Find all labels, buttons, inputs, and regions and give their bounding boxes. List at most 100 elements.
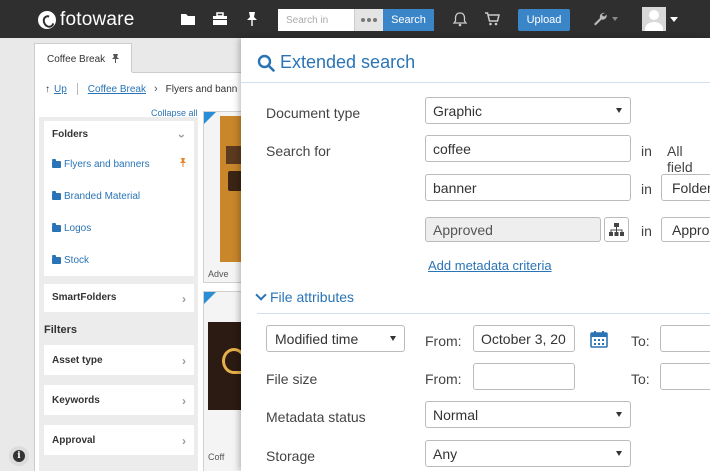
storage-label: Storage bbox=[266, 448, 316, 464]
extended-search-header: Extended search bbox=[257, 52, 415, 73]
document-type-select[interactable]: Graphic bbox=[425, 97, 631, 124]
folders-header[interactable]: Folders › bbox=[44, 121, 194, 148]
tab-pin-icon[interactable] bbox=[111, 54, 119, 63]
briefcase-icon[interactable] bbox=[212, 11, 228, 27]
file-size-from-input[interactable] bbox=[473, 363, 575, 390]
filter-asset-type[interactable]: Asset type › bbox=[44, 345, 194, 375]
chevron-right-icon: › bbox=[182, 434, 186, 448]
tools-caret-icon[interactable] bbox=[612, 17, 618, 21]
folder-icon bbox=[52, 222, 61, 232]
search-scope-select[interactable]: Appro bbox=[661, 217, 710, 242]
file-size-to-input[interactable] bbox=[660, 363, 710, 390]
to-label: To: bbox=[631, 371, 650, 387]
pin-icon[interactable] bbox=[244, 11, 260, 27]
filters-title: Filters bbox=[44, 324, 78, 336]
smartfolders-header[interactable]: SmartFolders › bbox=[44, 284, 194, 311]
folder-item-branded-material[interactable]: Branded Material bbox=[44, 180, 194, 212]
in-label: in bbox=[641, 223, 652, 239]
document-type-label: Document type bbox=[266, 105, 361, 121]
date-type-select[interactable]: Modified time bbox=[266, 325, 405, 352]
tab-label: Coffee Break bbox=[47, 54, 106, 65]
navigation-column: Folders › Flyers and banners Branded Mat… bbox=[39, 117, 198, 471]
header-divider bbox=[241, 82, 710, 83]
chevron-right-icon: › bbox=[182, 394, 186, 408]
folder-item-flyers-and-banners[interactable]: Flyers and banners bbox=[44, 148, 194, 180]
filter-approval[interactable]: Approval › bbox=[44, 425, 194, 455]
file-attributes-title: File attributes bbox=[270, 289, 355, 305]
breadcrumb-current: Flyers and bann bbox=[165, 83, 238, 95]
breadcrumb-parent-link[interactable]: Coffee Break bbox=[88, 84, 146, 95]
taxonomy-tree-button[interactable] bbox=[604, 217, 629, 242]
tab-coffee-break[interactable]: Coffee Break bbox=[34, 43, 132, 73]
cart-icon[interactable] bbox=[484, 11, 500, 27]
search-options-button[interactable] bbox=[354, 9, 383, 31]
date-from-value: October 3, 20 bbox=[481, 330, 566, 347]
filter-label: Approval bbox=[52, 434, 96, 446]
folder-icon[interactable] bbox=[180, 11, 196, 27]
search-scope-select[interactable]: All field bbox=[667, 143, 710, 175]
info-button[interactable]: i bbox=[9, 446, 29, 466]
search-scope-value: Folder bbox=[672, 179, 710, 196]
calendar-icon[interactable] bbox=[590, 330, 608, 348]
folder-icon bbox=[52, 158, 61, 168]
document-type-value: Graphic bbox=[433, 102, 483, 119]
selection-corner-icon bbox=[204, 112, 216, 124]
fotoware-logo[interactable]: fotoware bbox=[38, 9, 134, 31]
dropdown-caret-icon bbox=[616, 451, 622, 456]
wrench-icon[interactable] bbox=[592, 11, 608, 27]
date-from-input[interactable]: October 3, 20 bbox=[473, 325, 575, 352]
filter-label: Keywords bbox=[52, 394, 100, 406]
folder-view-panel: ↑ Up Coffee Break › Flyers and bann Coll… bbox=[34, 72, 250, 471]
folder-item-logos[interactable]: Logos bbox=[44, 212, 194, 244]
search-input[interactable] bbox=[278, 9, 354, 31]
search-scope-value: Appro bbox=[672, 221, 710, 238]
add-metadata-criteria-link[interactable]: Add metadata criteria bbox=[428, 258, 552, 273]
folders-title: Folders bbox=[52, 129, 89, 140]
breadcrumb-up-link[interactable]: Up bbox=[54, 84, 67, 95]
metadata-status-value: Normal bbox=[433, 406, 479, 423]
dropdown-caret-icon bbox=[616, 108, 622, 113]
user-avatar[interactable] bbox=[642, 7, 666, 31]
approval-status-field[interactable]: Approved bbox=[425, 217, 601, 242]
chevron-down-icon[interactable]: › bbox=[175, 134, 189, 138]
chevron-right-icon: › bbox=[182, 354, 186, 368]
breadcrumb-chevron-icon: › bbox=[153, 83, 158, 95]
bell-icon[interactable] bbox=[452, 11, 468, 27]
search-term-field[interactable]: coffee bbox=[425, 135, 631, 162]
up-arrow-icon[interactable]: ↑ bbox=[45, 84, 50, 95]
folder-label: Stock bbox=[64, 254, 90, 266]
folder-label: Flyers and banners bbox=[64, 158, 150, 170]
folder-item-stock[interactable]: Stock bbox=[44, 244, 194, 276]
selection-corner-icon bbox=[204, 292, 216, 304]
search-scope-select[interactable]: Folder bbox=[661, 174, 710, 201]
folder-icon bbox=[52, 190, 61, 200]
logo-mark-icon bbox=[38, 11, 56, 29]
user-menu-caret-icon[interactable] bbox=[670, 17, 678, 22]
filter-keywords[interactable]: Keywords › bbox=[44, 385, 194, 415]
search-term-field[interactable]: banner bbox=[425, 174, 631, 201]
search-button[interactable]: Search bbox=[383, 9, 434, 31]
approval-status-value: Approved bbox=[433, 221, 493, 238]
date-to-input[interactable] bbox=[660, 325, 710, 352]
search-icon bbox=[257, 54, 275, 72]
dropdown-caret-icon bbox=[390, 336, 396, 341]
from-label: From: bbox=[425, 371, 462, 387]
logo-text: fotoware bbox=[60, 9, 135, 30]
breadcrumb-divider bbox=[76, 83, 78, 95]
metadata-status-label: Metadata status bbox=[266, 409, 366, 425]
upload-button[interactable]: Upload bbox=[518, 9, 570, 31]
folder-label: Logos bbox=[64, 222, 92, 234]
date-type-value: Modified time bbox=[275, 330, 359, 347]
storage-select[interactable]: Any bbox=[425, 440, 631, 467]
folder-icon bbox=[52, 254, 61, 264]
smartfolders-title: SmartFolders bbox=[52, 292, 117, 303]
in-label: in bbox=[641, 181, 652, 197]
chevron-right-icon: › bbox=[182, 292, 186, 306]
thumbnail-label: Adve bbox=[208, 269, 229, 279]
pinned-icon[interactable] bbox=[180, 158, 186, 167]
smartfolders-card[interactable]: SmartFolders › bbox=[44, 284, 194, 312]
folders-card: Folders › Flyers and banners Branded Mat… bbox=[44, 121, 194, 276]
breadcrumb: ↑ Up Coffee Break › Flyers and bann bbox=[45, 83, 237, 95]
file-attributes-toggle[interactable]: File attributes bbox=[255, 289, 355, 305]
metadata-status-select[interactable]: Normal bbox=[425, 401, 631, 428]
